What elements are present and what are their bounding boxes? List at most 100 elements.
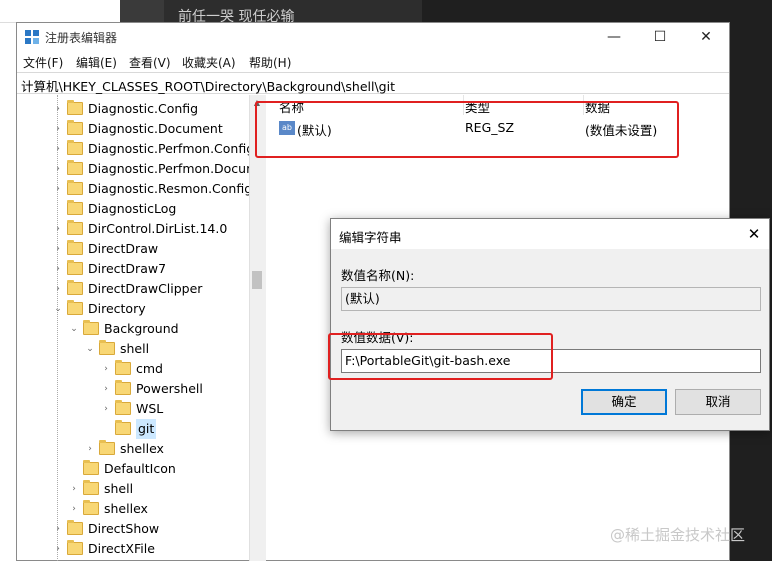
tree-item-label: DirectShow — [88, 521, 160, 536]
tree-item-label: DirControl.DirList.14.0 — [88, 221, 228, 236]
menu-favorites[interactable]: 收藏夹(A) — [182, 54, 236, 71]
tree-item-diagnostic-config[interactable]: › Diagnostic.Config — [17, 99, 249, 119]
title-bar[interactable]: 注册表编辑器 — ☐ ✕ — [17, 23, 729, 51]
tree-item-label: git — [136, 419, 157, 439]
tree-item-directory[interactable]: ⌄ Directory — [17, 299, 249, 319]
chevron-down-icon[interactable]: ⌄ — [69, 319, 79, 339]
folder-icon — [67, 200, 83, 215]
maximize-button[interactable]: ☐ — [637, 23, 683, 51]
tree-item-label: shell — [120, 341, 150, 356]
folder-icon — [83, 460, 99, 475]
watermark: @稀土掘金技术社区 — [610, 526, 746, 544]
tree-item-label: DirectXFile — [88, 541, 155, 556]
edit-string-dialog: 编辑字符串 ✕ 数值名称(N): (默认) 数值数据(V): F:\Portab… — [330, 218, 770, 431]
chevron-right-icon[interactable]: › — [53, 99, 63, 119]
chevron-right-icon[interactable]: › — [101, 399, 111, 419]
folder-icon — [67, 260, 83, 275]
tree-item-defaulticon[interactable]: DefaultIcon — [17, 459, 249, 479]
folder-icon — [83, 480, 99, 495]
tree-item-shellex[interactable]: › shellex — [17, 439, 249, 459]
tree-item-label: DirectDrawClipper — [88, 281, 203, 296]
tree-item-shellex[interactable]: › shellex — [17, 499, 249, 519]
chevron-down-icon[interactable]: ⌄ — [85, 339, 95, 359]
tree-item-directxfile[interactable]: › DirectXFile — [17, 539, 249, 559]
folder-icon — [115, 400, 131, 415]
chevron-right-icon — [53, 199, 63, 219]
tree-item-cmd[interactable]: › cmd — [17, 359, 249, 379]
tree-item-label: Diagnostic.Resmon.Config — [88, 181, 249, 196]
tree-item-label: shellex — [104, 501, 148, 516]
chevron-right-icon[interactable]: › — [53, 519, 63, 539]
menu-view[interactable]: 查看(V) — [129, 54, 171, 71]
tree-item-diagnostic-perfmon-document[interactable]: › Diagnostic.Perfmon.Document — [17, 159, 249, 179]
regedit-icon — [25, 30, 39, 44]
folder-icon — [67, 140, 83, 155]
chevron-right-icon[interactable]: › — [69, 479, 79, 499]
highlight-box-list — [255, 101, 679, 158]
menu-file[interactable]: 文件(F) — [23, 54, 63, 71]
tree-item-shell[interactable]: ⌄ shell — [17, 339, 249, 359]
menu-bar: 文件(F) 编辑(E) 查看(V) 收藏夹(A) 帮助(H) — [17, 51, 729, 71]
tree-item-diagnostic-resmon-config[interactable]: › Diagnostic.Resmon.Config — [17, 179, 249, 199]
tree-item-label: Diagnostic.Perfmon.Document — [88, 161, 249, 176]
cancel-button[interactable]: 取消 — [675, 389, 761, 415]
chevron-right-icon[interactable]: › — [53, 219, 63, 239]
tree-item-directdrawclipper[interactable]: › DirectDrawClipper — [17, 279, 249, 299]
menu-help[interactable]: 帮助(H) — [249, 54, 291, 71]
tree-scrollbar[interactable] — [249, 95, 266, 561]
chevron-right-icon[interactable]: › — [101, 379, 111, 399]
tree-item-label: Background — [104, 321, 179, 336]
folder-icon — [67, 180, 83, 195]
tree-item-wsl[interactable]: › WSL — [17, 399, 249, 419]
tree-item-label: DiagnosticLog — [88, 201, 177, 216]
menu-edit[interactable]: 编辑(E) — [76, 54, 117, 71]
chevron-right-icon[interactable]: › — [101, 359, 111, 379]
chevron-down-icon[interactable]: ⌄ — [53, 299, 63, 319]
chevron-right-icon[interactable]: › — [53, 139, 63, 159]
chevron-right-icon[interactable]: › — [69, 499, 79, 519]
tree-item-directdraw7[interactable]: › DirectDraw7 — [17, 259, 249, 279]
folder-icon — [67, 300, 83, 315]
tree-item-powershell[interactable]: › Powershell — [17, 379, 249, 399]
ok-button[interactable]: 确定 — [581, 389, 667, 415]
tree-item-git[interactable]: git — [17, 419, 249, 439]
tree-item-diagnosticlog[interactable]: DiagnosticLog — [17, 199, 249, 219]
chevron-right-icon[interactable]: › — [53, 259, 63, 279]
window-title: 注册表编辑器 — [45, 31, 118, 45]
folder-icon — [67, 120, 83, 135]
tree-item-diagnostic-document[interactable]: › Diagnostic.Document — [17, 119, 249, 139]
tree-item-diagnostic-perfmon-config[interactable]: › Diagnostic.Perfmon.Config — [17, 139, 249, 159]
minimize-button[interactable]: — — [591, 23, 637, 51]
key-tree: › Diagnostic.Config › Diagnostic.Document › D… — [17, 95, 249, 561]
chevron-right-icon[interactable]: › — [85, 439, 95, 459]
tree-item-label: shellex — [120, 441, 164, 456]
tree-item-label: Diagnostic.Document — [88, 121, 223, 136]
tree-item-dircontrol-dirlist-14-0[interactable]: › DirControl.DirList.14.0 — [17, 219, 249, 239]
chevron-right-icon[interactable]: › — [53, 539, 63, 559]
tree-item-directshow[interactable]: › DirectShow — [17, 519, 249, 539]
folder-icon — [67, 220, 83, 235]
highlight-box-value-data — [328, 333, 553, 380]
chevron-right-icon — [69, 459, 79, 479]
dialog-close-icon[interactable]: ✕ — [743, 223, 765, 245]
tree-item-label: WSL — [136, 401, 164, 416]
folder-icon — [67, 280, 83, 295]
tree-item-background[interactable]: ⌄ Background — [17, 319, 249, 339]
folder-icon — [115, 380, 131, 395]
chevron-right-icon[interactable]: › — [53, 159, 63, 179]
tree-scroll-thumb[interactable] — [252, 271, 262, 289]
tree-item-directdraw[interactable]: › DirectDraw — [17, 239, 249, 259]
chevron-right-icon[interactable]: › — [53, 279, 63, 299]
tree-item-label: Powershell — [136, 381, 203, 396]
address-bar[interactable]: 计算机\HKEY_CLASSES_ROOT\Directory\Backgrou… — [17, 72, 729, 94]
chevron-right-icon[interactable]: › — [53, 239, 63, 259]
background-text: 前任一哭 现任必输 — [164, 0, 422, 25]
tree-item-label: DirectDraw7 — [88, 261, 167, 276]
folder-icon — [67, 520, 83, 535]
chevron-right-icon[interactable]: › — [53, 179, 63, 199]
close-button[interactable]: ✕ — [683, 23, 729, 51]
folder-icon — [83, 500, 99, 515]
chevron-right-icon[interactable]: › — [53, 119, 63, 139]
folder-icon — [115, 420, 131, 435]
tree-item-shell[interactable]: › shell — [17, 479, 249, 499]
